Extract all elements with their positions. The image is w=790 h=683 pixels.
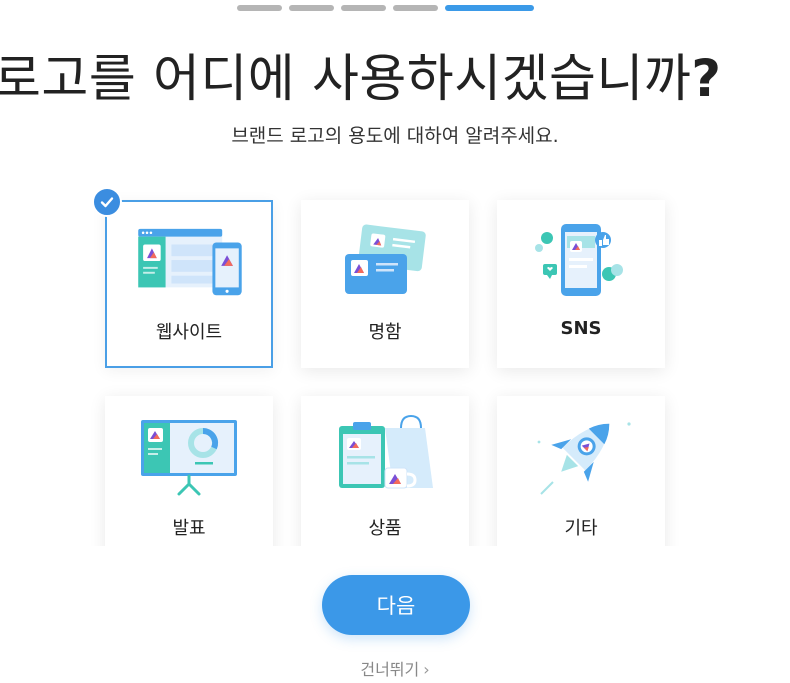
presentation-illustration-icon (141, 420, 237, 496)
option-label: 기타 (564, 518, 598, 539)
option-label: 명함 (368, 322, 402, 343)
option-label: SNS (560, 318, 602, 339)
page-title: 로고를 어디에 사용하시겠습니까? (0, 45, 790, 115)
progress-step-1 (237, 5, 282, 11)
page-subtitle: 브랜드 로고의 용도에 대하여 알려주세요. (231, 125, 559, 147)
option-card-product[interactable]: 상품 (301, 396, 469, 564)
rocket-illustration-icon (537, 422, 631, 495)
progress-step-5 (445, 5, 534, 11)
option-card-presentation[interactable]: 발표 (105, 396, 273, 564)
option-card-website[interactable]: 웹사이트 (105, 200, 273, 368)
website-illustration-icon (138, 228, 242, 296)
option-label: 웹사이트 (155, 322, 223, 343)
next-button[interactable]: 다음 (322, 575, 470, 635)
progress-step-4 (393, 5, 438, 11)
business-card-illustration-icon (345, 224, 426, 294)
skip-link[interactable]: 건너뛰기 › (0, 656, 790, 680)
page-title-mark: ? (691, 50, 722, 109)
option-card-business-card[interactable]: 명함 (301, 200, 469, 368)
option-label: 상품 (368, 518, 402, 539)
progress-step-2 (289, 5, 334, 11)
option-card-other[interactable]: 기타 (497, 396, 665, 564)
product-illustration-icon (339, 414, 433, 489)
skip-label: 건너뛰기 (360, 660, 420, 679)
progress-step-3 (341, 5, 386, 11)
chevron-right-icon: › (423, 660, 430, 679)
option-label: 발표 (172, 518, 206, 539)
sns-illustration-icon (535, 224, 623, 296)
page-title-text: 로고를 어디에 사용하시겠습니까 (0, 50, 692, 109)
selected-check-icon (92, 187, 122, 217)
option-card-sns[interactable]: SNS (497, 200, 665, 368)
